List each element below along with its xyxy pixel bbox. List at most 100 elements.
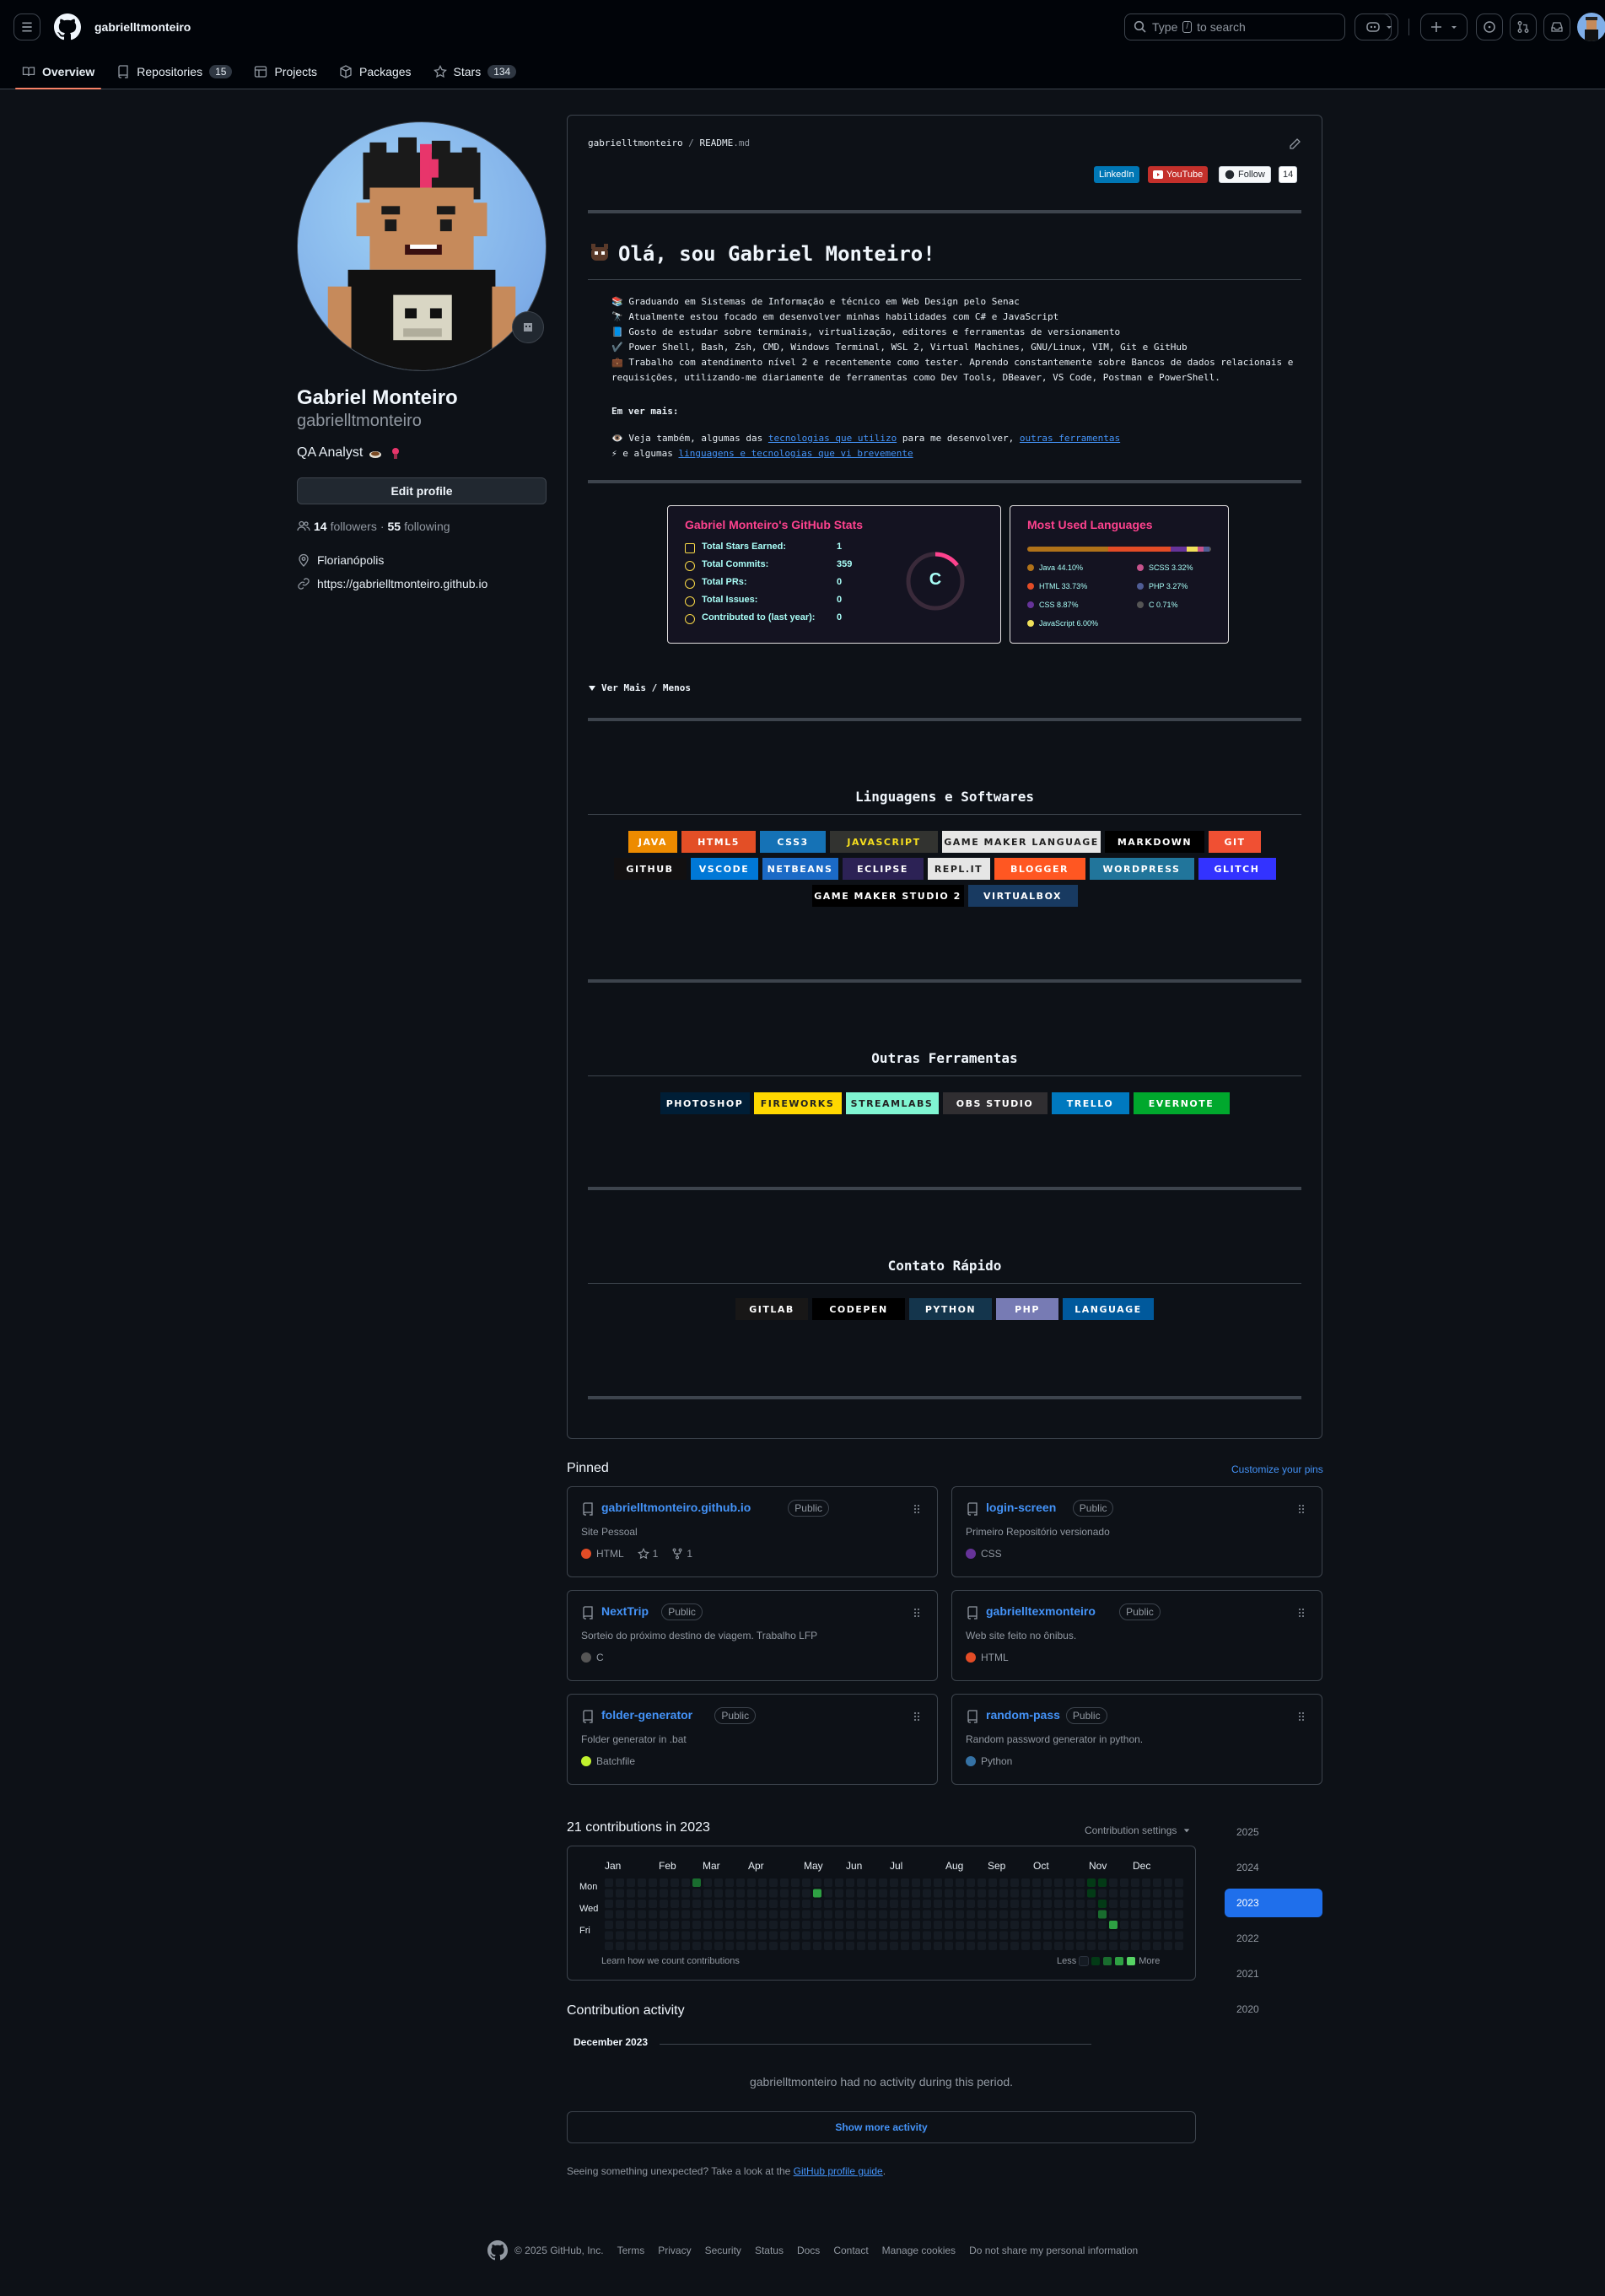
contribution-day-cell[interactable]: [1164, 1921, 1172, 1929]
contribution-day-cell[interactable]: [769, 1889, 778, 1898]
contribution-day-cell[interactable]: [999, 1878, 1008, 1887]
contribution-day-cell[interactable]: [671, 1931, 679, 1940]
contribution-day-cell[interactable]: [747, 1889, 756, 1898]
contribution-day-cell[interactable]: [627, 1942, 635, 1950]
footer-link-terms[interactable]: Terms: [617, 2245, 645, 2256]
contribution-day-cell[interactable]: [999, 1910, 1008, 1919]
contribution-day-cell[interactable]: [934, 1900, 942, 1908]
github-logo-icon[interactable]: [487, 2240, 508, 2261]
contribution-day-cell[interactable]: [1098, 1931, 1107, 1940]
contribution-day-cell[interactable]: [1010, 1931, 1019, 1940]
contribution-day-cell[interactable]: [616, 1931, 624, 1940]
profile-website[interactable]: https://gabrielltmonteiro.github.io: [297, 577, 487, 590]
contribution-day-cell[interactable]: [605, 1889, 613, 1898]
contribution-day-cell[interactable]: [605, 1900, 613, 1908]
contribution-day-cell[interactable]: [945, 1900, 953, 1908]
contribution-day-cell[interactable]: [988, 1931, 997, 1940]
contribution-day-cell[interactable]: [890, 1878, 898, 1887]
contribution-day-cell[interactable]: [791, 1889, 800, 1898]
contribution-day-cell[interactable]: [1175, 1889, 1183, 1898]
contribution-day-cell[interactable]: [649, 1910, 657, 1919]
contribution-day-cell[interactable]: [1120, 1900, 1128, 1908]
contribution-day-cell[interactable]: [747, 1931, 756, 1940]
contribution-day-cell[interactable]: [1153, 1910, 1161, 1919]
footer-link-privacy[interactable]: Privacy: [658, 2245, 691, 2256]
contribution-day-cell[interactable]: [758, 1942, 767, 1950]
contribution-day-cell[interactable]: [1054, 1942, 1063, 1950]
contribution-day-cell[interactable]: [660, 1931, 668, 1940]
contribution-day-cell[interactable]: [967, 1921, 975, 1929]
contribution-day-cell[interactable]: [1164, 1878, 1172, 1887]
contribution-day-cell[interactable]: [1109, 1889, 1118, 1898]
contribution-day-cell[interactable]: [681, 1878, 690, 1887]
contribution-day-cell[interactable]: [945, 1942, 953, 1950]
contribution-day-cell[interactable]: [934, 1942, 942, 1950]
year-link-2025[interactable]: 2025: [1225, 1818, 1322, 1846]
contribution-day-cell[interactable]: [1175, 1910, 1183, 1919]
contribution-day-cell[interactable]: [1109, 1921, 1118, 1929]
contribution-day-cell[interactable]: [835, 1931, 843, 1940]
repo-name-link[interactable]: gabrielltmonteiro.github.io: [601, 1501, 751, 1514]
contribution-day-cell[interactable]: [1065, 1910, 1074, 1919]
contribution-day-cell[interactable]: [671, 1889, 679, 1898]
contribution-day-cell[interactable]: [967, 1889, 975, 1898]
contribution-day-cell[interactable]: [638, 1931, 646, 1940]
contribution-day-cell[interactable]: [988, 1878, 997, 1887]
contribution-day-cell[interactable]: [1065, 1878, 1074, 1887]
contribution-day-cell[interactable]: [1175, 1921, 1183, 1929]
contribution-day-cell[interactable]: [802, 1931, 811, 1940]
pinned-repo-card[interactable]: random-pass Public Random password generat…: [951, 1694, 1322, 1785]
contribution-day-cell[interactable]: [945, 1910, 953, 1919]
contribution-day-cell[interactable]: [780, 1878, 789, 1887]
contribution-day-cell[interactable]: [627, 1889, 635, 1898]
contribution-day-cell[interactable]: [846, 1900, 854, 1908]
contribution-day-cell[interactable]: [1076, 1878, 1085, 1887]
menu-button[interactable]: [13, 13, 40, 40]
contribution-day-cell[interactable]: [1076, 1900, 1085, 1908]
contribution-day-cell[interactable]: [1087, 1878, 1096, 1887]
contribution-day-cell[interactable]: [999, 1900, 1008, 1908]
contribution-day-cell[interactable]: [1098, 1878, 1107, 1887]
tech-badge-wordpress[interactable]: WORDPRESS: [1089, 858, 1194, 880]
pinned-repo-card[interactable]: NextTrip Public Sorteio do próximo destino…: [567, 1590, 938, 1681]
contribution-day-cell[interactable]: [824, 1878, 832, 1887]
contribution-day-cell[interactable]: [671, 1942, 679, 1950]
linguagens-link[interactable]: linguagens e tecnologias que vi brevemen…: [678, 448, 913, 459]
contribution-day-cell[interactable]: [1175, 1900, 1183, 1908]
tech-badge-java[interactable]: JAVA: [628, 831, 677, 853]
contribution-day-cell[interactable]: [1054, 1910, 1063, 1919]
contribution-day-cell[interactable]: [857, 1878, 865, 1887]
contribution-day-cell[interactable]: [956, 1910, 964, 1919]
contribution-day-cell[interactable]: [616, 1942, 624, 1950]
contribution-day-cell[interactable]: [692, 1921, 701, 1929]
readme-path-user[interactable]: gabrielltmonteiro: [588, 137, 683, 148]
contribution-day-cell[interactable]: [912, 1878, 920, 1887]
contribution-day-cell[interactable]: [627, 1900, 635, 1908]
contribution-day-cell[interactable]: [1076, 1910, 1085, 1919]
contribution-day-cell[interactable]: [923, 1931, 931, 1940]
contribution-day-cell[interactable]: [813, 1910, 821, 1919]
year-link-2021[interactable]: 2021: [1225, 1959, 1322, 1988]
footer-link-status[interactable]: Status: [755, 2245, 784, 2256]
contribution-day-cell[interactable]: [1087, 1889, 1096, 1898]
followers-count[interactable]: 14: [314, 520, 327, 533]
tech-badge-eclipse[interactable]: ECLIPSE: [842, 858, 924, 880]
contribution-day-cell[interactable]: [638, 1910, 646, 1919]
contribution-day-cell[interactable]: [1076, 1921, 1085, 1929]
contribution-day-cell[interactable]: [835, 1900, 843, 1908]
contribution-day-cell[interactable]: [1087, 1910, 1096, 1919]
contribution-day-cell[interactable]: [802, 1921, 811, 1929]
contribution-day-cell[interactable]: [967, 1931, 975, 1940]
contribution-day-cell[interactable]: [868, 1931, 876, 1940]
tab-projects[interactable]: Projects: [245, 54, 326, 89]
contribution-day-cell[interactable]: [725, 1942, 734, 1950]
contribution-day-cell[interactable]: [988, 1900, 997, 1908]
contribution-day-cell[interactable]: [769, 1931, 778, 1940]
tech-badge-python[interactable]: PYTHON: [909, 1298, 992, 1320]
contribution-day-cell[interactable]: [868, 1921, 876, 1929]
contribution-day-cell[interactable]: [813, 1931, 821, 1940]
contribution-day-cell[interactable]: [923, 1878, 931, 1887]
contribution-day-cell[interactable]: [1098, 1942, 1107, 1950]
following-count[interactable]: 55: [388, 520, 401, 533]
contribution-day-cell[interactable]: [703, 1900, 712, 1908]
